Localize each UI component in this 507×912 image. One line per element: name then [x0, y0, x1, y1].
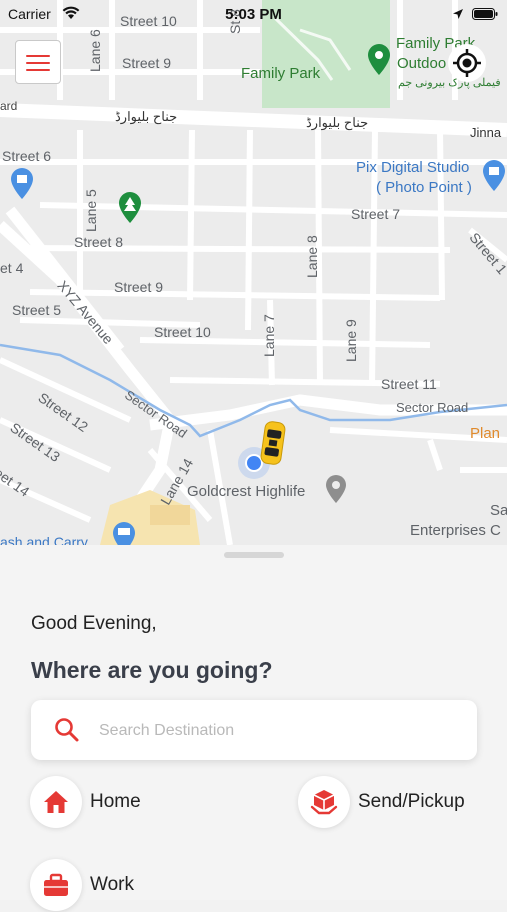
search-bar[interactable] — [31, 700, 477, 760]
map-label: Street 6 — [2, 148, 52, 164]
map-label: ash and Carry — [0, 534, 88, 545]
map-label: Street 7 — [351, 206, 401, 222]
map-label: Plan — [470, 425, 501, 442]
map-label: جناح بلیوارڈ — [115, 109, 178, 124]
battery-icon — [472, 8, 498, 20]
package-hand-icon — [310, 790, 338, 815]
map-label: et 4 — [0, 260, 24, 276]
map-label: Lane 5 — [83, 189, 99, 232]
menu-icon — [26, 55, 50, 57]
status-bar: Carrier 5:03 PM — [0, 0, 507, 28]
home-shortcut[interactable]: Home — [30, 775, 141, 829]
briefcase-icon — [44, 873, 68, 896]
map-view[interactable]: Street 10 Street 9 Lane 6 St 8 Family Pa… — [0, 0, 507, 545]
menu-button[interactable] — [15, 40, 61, 84]
home-icon — [44, 791, 68, 813]
location-arrow-icon — [453, 9, 463, 19]
map-label: Goldcrest Highlife — [187, 483, 306, 500]
map-label: Street 8 — [74, 234, 124, 250]
map-label: Lane 8 — [304, 235, 320, 278]
send-pickup-label: Send/Pickup — [358, 791, 465, 812]
map-label: Lane 6 — [87, 29, 103, 72]
map-label: جناح بلیوارڈ — [306, 115, 369, 130]
map-label: Street 11 — [381, 376, 437, 392]
my-location-button[interactable] — [448, 44, 486, 82]
map-label: Sa — [490, 502, 507, 519]
map-label: Family Park — [241, 65, 321, 82]
cart-pin-icon — [113, 522, 135, 545]
send-pickup-shortcut[interactable]: Send/Pickup — [298, 775, 465, 829]
map-label: Street 9 — [122, 55, 172, 71]
map-label: Street 10 — [154, 324, 211, 340]
map-label: Jinna — [470, 125, 502, 140]
destination-prompt: Where are you going? — [31, 657, 273, 683]
search-input[interactable] — [97, 710, 461, 752]
search-icon — [55, 718, 79, 742]
map-label: Sector Road — [396, 400, 469, 415]
home-label: Home — [90, 791, 141, 812]
map-label: ard — [0, 99, 18, 113]
bottom-sheet: Good Evening, Where are you going? Home … — [0, 545, 507, 911]
map-label: Outdoo — [397, 55, 447, 72]
map-label: Pix Digital Studio — [356, 159, 470, 176]
map-label: Street 9 — [114, 279, 164, 295]
sheet-drag-handle[interactable] — [224, 552, 284, 558]
work-shortcut[interactable]: Work — [30, 858, 134, 912]
map-label: Street 5 — [12, 302, 62, 318]
map-label: Lane 7 — [261, 314, 277, 357]
clock: 5:03 PM — [225, 6, 282, 23]
greeting-text: Good Evening, — [31, 613, 157, 634]
map-label: ( Photo Point ) — [376, 179, 472, 196]
map-label: Lane 9 — [343, 319, 359, 362]
map-label: Enterprises C — [410, 522, 501, 539]
work-label: Work — [90, 874, 134, 895]
